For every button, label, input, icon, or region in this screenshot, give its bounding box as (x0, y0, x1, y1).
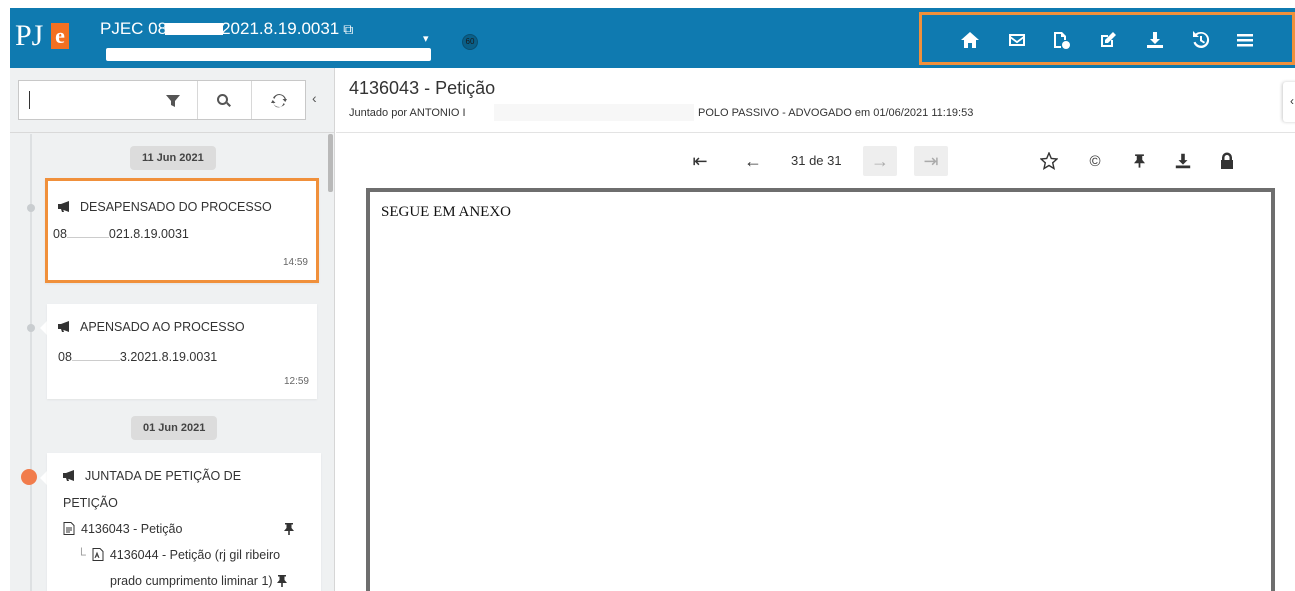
download-icon[interactable] (1172, 150, 1194, 172)
header-toolbar (919, 12, 1295, 65)
page-indicator: 31 de 31 (791, 153, 842, 168)
file-icon (63, 522, 75, 535)
timeline-search (18, 80, 306, 120)
event-title: APENSADO AO PROCESSO (80, 320, 245, 334)
first-page-button[interactable]: ⇤ (688, 146, 712, 176)
next-page-button[interactable]: → (863, 146, 897, 176)
scrollbar[interactable] (328, 134, 333, 192)
attachment-link[interactable]: └ 4136044 - Petição (rj gil ribeiro (77, 548, 280, 562)
chevron-left-icon: ‹ (1290, 94, 1294, 108)
timeline-active-dot (21, 469, 37, 485)
search-input[interactable] (29, 91, 30, 109)
document-viewer: 4136043 - Petição Juntado por ANTONIO I … (336, 68, 1295, 591)
megaphone-icon (58, 201, 72, 212)
notification-badge[interactable]: 60 (462, 34, 478, 50)
meta-author: Juntado por ANTONIO I (349, 107, 466, 119)
redaction-mask (165, 23, 224, 35)
event-time: 12:59 (283, 376, 309, 387)
timeline-dot (27, 324, 35, 332)
envelope-icon[interactable] (1006, 29, 1028, 51)
pin-icon[interactable] (277, 575, 287, 587)
card-notch (40, 321, 47, 335)
pin-icon[interactable] (1128, 150, 1150, 172)
timeline-line (30, 134, 32, 591)
document-meta: Juntado por ANTONIO I POLO PASSIVO - ADV… (349, 104, 973, 121)
separator (197, 81, 198, 119)
collapse-panel-button[interactable]: ‹ (1283, 82, 1295, 122)
meta-role-date: POLO PASSIVO - ADVOGADO em 01/06/2021 11… (698, 107, 974, 119)
logo-accent: e (51, 23, 69, 49)
process-suffix: 3.2021.8.19.0031 (119, 350, 218, 364)
redaction-mask (66, 228, 109, 238)
event-title-line1: JUNTADA DE PETIÇÃO DE (85, 469, 242, 483)
attachment-name-line2: prado cumprimento liminar 1) (110, 574, 273, 588)
attachment-name-cont: prado cumprimento liminar 1) (110, 574, 273, 588)
edit-icon[interactable] (1097, 29, 1119, 51)
timeline-sidebar: ‹ 11 Jun 2021 DESAPENSADO DO PROCESSO 08… (10, 68, 335, 591)
lock-icon[interactable] (1216, 150, 1238, 172)
date-label: 01 Jun 2021 (131, 416, 218, 440)
document-name: 4136043 - Petição (81, 522, 183, 536)
date-label: 11 Jun 2021 (130, 146, 216, 170)
card-notch (40, 471, 47, 485)
separator (251, 81, 252, 119)
pin-icon[interactable] (284, 523, 294, 535)
download-icon[interactable] (1144, 29, 1166, 51)
timeline-event-card[interactable]: APENSADO AO PROCESSO 08 3.2021.8.19.0031 … (47, 304, 317, 399)
document-page[interactable]: SEGUE EM ANEXO (366, 188, 1275, 591)
logo-text: PJ (15, 19, 44, 52)
filter-icon[interactable] (163, 91, 183, 111)
prev-page-button[interactable]: ← (741, 146, 765, 176)
history-icon[interactable] (1190, 29, 1212, 51)
process-number-title[interactable]: PJEC 08 2021.8.19.0031 ⧉ (100, 19, 353, 39)
megaphone-icon (63, 470, 77, 481)
pje-logo[interactable]: PJ e (15, 18, 69, 54)
event-time: 14:59 (282, 257, 308, 268)
divider (336, 132, 1295, 133)
process-parties-redacted (106, 48, 431, 61)
process-number-prefix: PJEC 08 (100, 19, 168, 38)
event-title-line2: PETIÇÃO (63, 496, 118, 510)
attachment-name: 4136044 - Petição (rj gil ribeiro (109, 548, 281, 562)
search-icon[interactable] (214, 91, 234, 111)
timeline-event-card[interactable]: JUNTADA DE PETIÇÃO DE PETIÇÃO 4136043 - … (47, 453, 321, 591)
top-header: PJ e PJEC 08 2021.8.19.0031 ⧉ ▾ 60 (10, 8, 1295, 68)
pdf-icon (92, 548, 104, 561)
document-content: SEGUE EM ANEXO (381, 204, 511, 220)
megaphone-icon (58, 321, 72, 332)
refresh-icon[interactable] (269, 91, 289, 111)
event-title: DESAPENSADO DO PROCESSO (80, 200, 272, 214)
star-icon[interactable] (1038, 150, 1060, 172)
home-icon[interactable] (959, 29, 981, 51)
document-link[interactable]: 4136043 - Petição (63, 522, 182, 536)
last-page-button[interactable]: ⇥ (914, 146, 948, 176)
process-prefix: 08 (58, 350, 72, 364)
copyright-icon[interactable]: © (1084, 150, 1106, 172)
menu-icon[interactable] (1234, 29, 1256, 51)
redaction-mask (494, 104, 694, 121)
pje-window: PJ e PJEC 08 2021.8.19.0031 ⧉ ▾ 60 ‹ 11 … (0, 0, 1295, 591)
document-add-icon[interactable] (1050, 29, 1072, 51)
process-prefix: 08 (53, 227, 67, 241)
process-number-suffix: 2021.8.19.0031 (221, 19, 340, 38)
redaction-mask (71, 351, 120, 361)
timeline-dot (27, 204, 35, 212)
process-suffix: 021.8.19.0031 (108, 227, 189, 241)
copy-icon[interactable]: ⧉ (343, 19, 353, 39)
timeline-event-card[interactable]: DESAPENSADO DO PROCESSO 08 021.8.19.0031 … (45, 178, 319, 283)
collapse-sidebar-icon[interactable]: ‹ (312, 90, 324, 108)
process-dropdown-icon[interactable]: ▾ (423, 32, 429, 45)
document-title: 4136043 - Petição (349, 78, 496, 98)
divider (10, 132, 334, 133)
